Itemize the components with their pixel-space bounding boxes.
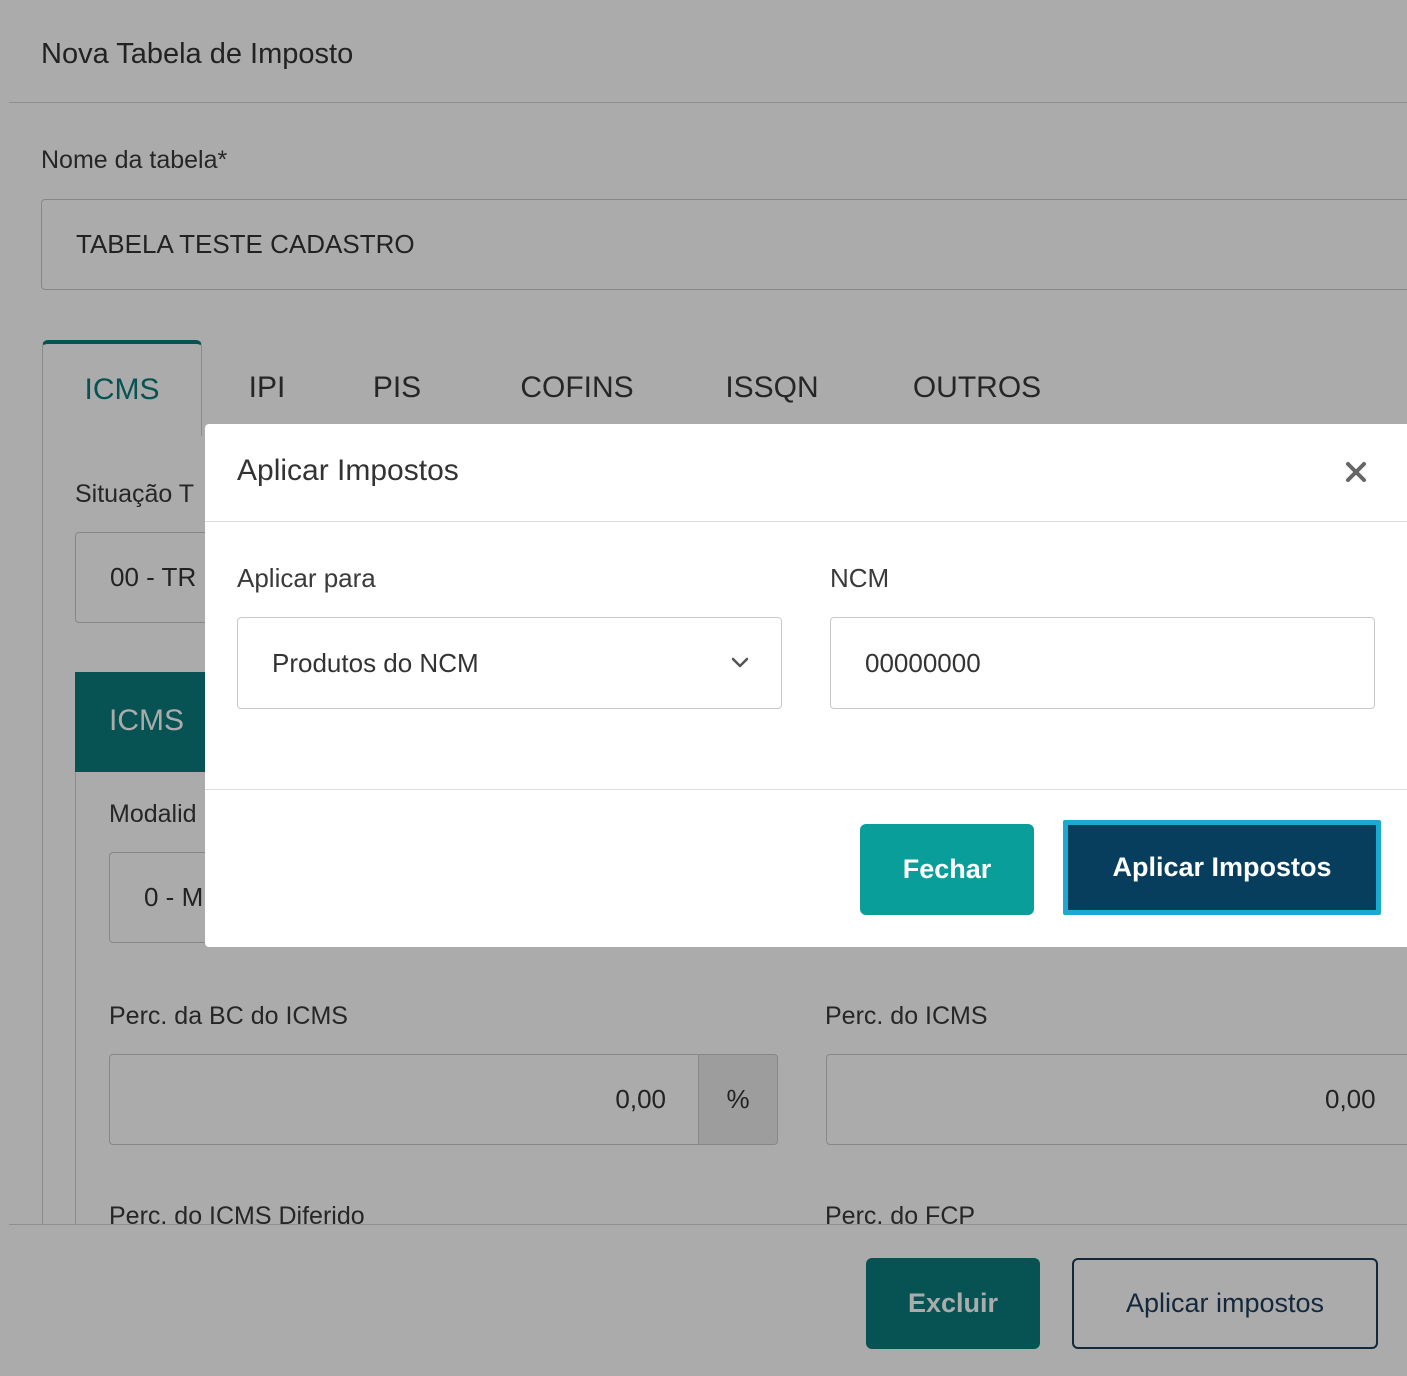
close-icon[interactable] bbox=[1338, 454, 1374, 490]
apply-to-select[interactable]: Produtos do NCM bbox=[237, 617, 782, 709]
ncm-input[interactable]: 00000000 bbox=[830, 617, 1375, 709]
modal-footer: Fechar Aplicar Impostos bbox=[205, 789, 1407, 948]
apply-to-label: Aplicar para bbox=[237, 563, 376, 593]
close-button[interactable]: Fechar bbox=[860, 824, 1034, 915]
apply-taxes-modal: Aplicar Impostos Aplicar para Produtos d… bbox=[205, 424, 1407, 947]
apply-to-value: Produtos do NCM bbox=[272, 647, 479, 678]
modal-header: Aplicar Impostos bbox=[205, 424, 1407, 522]
modal-title: Aplicar Impostos bbox=[237, 454, 459, 487]
ncm-label: NCM bbox=[830, 563, 890, 593]
apply-taxes-confirm-button[interactable]: Aplicar Impostos bbox=[1063, 820, 1381, 915]
chevron-down-icon bbox=[731, 657, 749, 668]
